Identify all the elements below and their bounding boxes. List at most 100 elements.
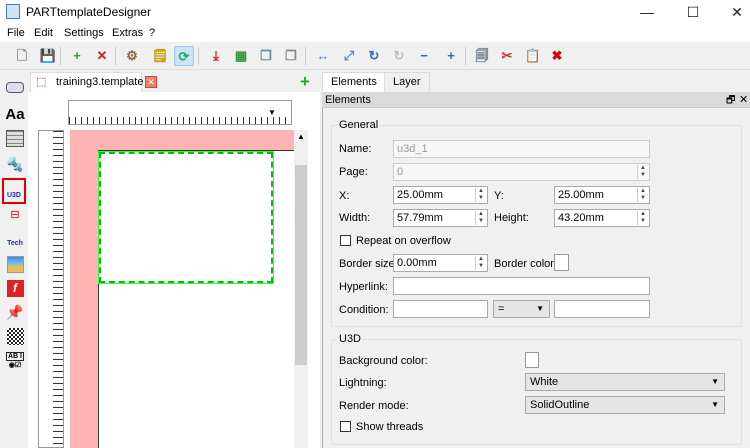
spin-icon[interactable]: ▲ ▼ xyxy=(637,211,648,225)
text-tool-icon[interactable]: Aa xyxy=(4,106,26,126)
spin-icon[interactable]: ▲ ▼ xyxy=(475,211,486,225)
background-color-label: Background color: xyxy=(339,355,428,367)
fit-width-icon[interactable]: ↔ xyxy=(313,46,333,66)
form-tool-icon[interactable]: AB I ◉☑ xyxy=(4,352,26,372)
height-spinbox[interactable]: 43.20mm ▲ ▼ xyxy=(554,209,650,227)
spin-icon[interactable]: ▲ ▼ xyxy=(475,256,486,270)
hyperlink-input[interactable] xyxy=(393,277,650,295)
horizontal-ruler xyxy=(68,100,292,125)
spin-icon[interactable]: ▲ ▼ xyxy=(637,165,648,179)
tab-layer[interactable]: Layer xyxy=(384,72,430,92)
ruler-marker-icon[interactable]: ▼ xyxy=(268,108,276,117)
new-icon[interactable]: 🗋 xyxy=(12,46,32,66)
toolbar-separator xyxy=(60,47,61,65)
copy-icon[interactable]: 🗐 xyxy=(472,46,492,66)
y-spinbox[interactable]: 25.00mm ▲ ▼ xyxy=(554,186,650,204)
export-pdf-icon[interactable]: ⤓ xyxy=(206,46,226,66)
condition-operator-select[interactable]: = ▼ xyxy=(493,300,550,318)
frame-tool-icon[interactable] xyxy=(6,82,24,93)
menu-file[interactable]: File xyxy=(7,27,25,39)
chevron-down-icon: ▼ xyxy=(711,377,719,386)
x-value: 25.00mm xyxy=(397,189,443,201)
condition-operator-value: = xyxy=(498,303,505,315)
border-color-label: Border color: xyxy=(494,258,557,270)
render-mode-select[interactable]: SolidOutline ▼ xyxy=(525,396,725,414)
menu-settings[interactable]: Settings xyxy=(64,27,104,39)
border-color-swatch[interactable] xyxy=(554,254,569,271)
border-size-spinbox[interactable]: 0.00mm ▲ ▼ xyxy=(393,254,488,272)
lightning-label: Lightning: xyxy=(339,377,387,389)
table-tool-icon[interactable] xyxy=(6,130,24,147)
flash-tool-icon[interactable]: f xyxy=(6,280,24,297)
pin-tool-icon[interactable]: 📌 xyxy=(4,304,26,324)
border-size-value: 0.00mm xyxy=(397,257,437,269)
toolbar-separator xyxy=(465,47,466,65)
rotate-disabled-icon[interactable]: ↻ xyxy=(389,46,409,66)
lightning-select[interactable]: White ▼ xyxy=(525,373,725,391)
toolbar-separator xyxy=(198,47,199,65)
window-title: PARTtemplateDesigner xyxy=(26,5,151,19)
elements-panel-header xyxy=(322,92,750,108)
panel-title: Elements xyxy=(325,94,371,106)
repeat-overflow-label: Repeat on overflow xyxy=(356,235,451,247)
u3d-group-title: U3D xyxy=(337,333,364,345)
delete-page-icon[interactable]: ✕ xyxy=(92,46,112,66)
image-tool-icon[interactable] xyxy=(6,256,24,273)
name-input[interactable]: u3d_1 xyxy=(393,140,650,158)
toolbar-separator xyxy=(115,47,116,65)
condition-label: Condition: xyxy=(339,304,389,316)
spin-icon[interactable]: ▲ ▼ xyxy=(637,188,648,202)
spin-icon[interactable]: ▲ ▼ xyxy=(475,188,486,202)
page-value: 0 xyxy=(397,166,404,178)
minimize-button[interactable]: — xyxy=(632,2,662,22)
y-label: Y: xyxy=(494,190,504,202)
page-spinbox[interactable]: 0 ▲ ▼ xyxy=(393,163,650,181)
fit-page-icon[interactable]: ⤢ xyxy=(339,46,359,66)
close-button[interactable]: ✕ xyxy=(722,2,750,22)
qrcode-tool-icon[interactable] xyxy=(6,328,24,345)
3d-part-tool-icon[interactable]: 🔩 xyxy=(4,156,26,176)
add-tab-icon[interactable]: + xyxy=(300,72,310,92)
menu-help[interactable]: ? xyxy=(149,27,155,39)
bring-front-icon[interactable]: ❐ xyxy=(256,46,276,66)
y-value: 25.00mm xyxy=(558,189,604,201)
name-label: Name: xyxy=(339,143,372,155)
cut-icon[interactable]: ✂ xyxy=(497,46,517,66)
export-image-icon[interactable]: ▦ xyxy=(231,46,251,66)
scroll-up-icon[interactable]: ▲ xyxy=(297,132,305,141)
refresh-icon[interactable]: ⟳ xyxy=(174,46,194,66)
paste-icon[interactable]: 📋 xyxy=(523,46,543,66)
zoom-out-icon[interactable]: − xyxy=(414,46,434,66)
show-threads-checkbox[interactable] xyxy=(340,421,351,432)
tab-elements[interactable]: Elements xyxy=(322,72,386,92)
add-page-icon[interactable]: + xyxy=(67,46,87,66)
rotate-icon[interactable]: ↻ xyxy=(364,46,384,66)
vertical-scrollbar[interactable]: ▲ xyxy=(294,130,308,448)
border-size-label: Border size: xyxy=(339,258,398,270)
background-color-swatch[interactable] xyxy=(525,352,539,368)
u3d-tool-icon[interactable]: U3D xyxy=(2,178,26,204)
close-panel-icon[interactable]: ✕ xyxy=(739,93,748,106)
delete-icon[interactable]: ✖ xyxy=(547,46,567,66)
x-spinbox[interactable]: 25.00mm ▲ ▼ xyxy=(393,186,488,204)
settings-icon[interactable]: ⚙ xyxy=(122,46,142,66)
scroll-thumb[interactable] xyxy=(295,165,307,365)
zoom-in-icon[interactable]: + xyxy=(441,46,461,66)
menu-edit[interactable]: Edit xyxy=(34,27,53,39)
vertical-ruler xyxy=(38,130,64,448)
close-tab-icon[interactable]: ✕ xyxy=(145,76,157,88)
send-back-icon[interactable]: ❐ xyxy=(281,46,301,66)
pdf-file-icon: ⬚ xyxy=(36,76,47,88)
maximize-button[interactable]: ☐ xyxy=(678,2,708,22)
notes-icon[interactable]: 🗒 xyxy=(150,46,170,66)
condition-right-input[interactable] xyxy=(554,300,650,318)
u3d-element-selected[interactable] xyxy=(98,151,274,284)
cad-tool-icon[interactable]: ⊟ xyxy=(4,208,26,228)
repeat-overflow-checkbox[interactable] xyxy=(340,235,351,246)
x-label: X: xyxy=(339,190,350,202)
save-icon[interactable]: 💾 xyxy=(38,46,58,66)
width-spinbox[interactable]: 57.79mm ▲ ▼ xyxy=(393,209,488,227)
menu-extras[interactable]: Extras xyxy=(112,27,143,39)
condition-left-input[interactable] xyxy=(393,300,488,318)
tech-tool-icon[interactable]: Tech xyxy=(4,232,26,252)
